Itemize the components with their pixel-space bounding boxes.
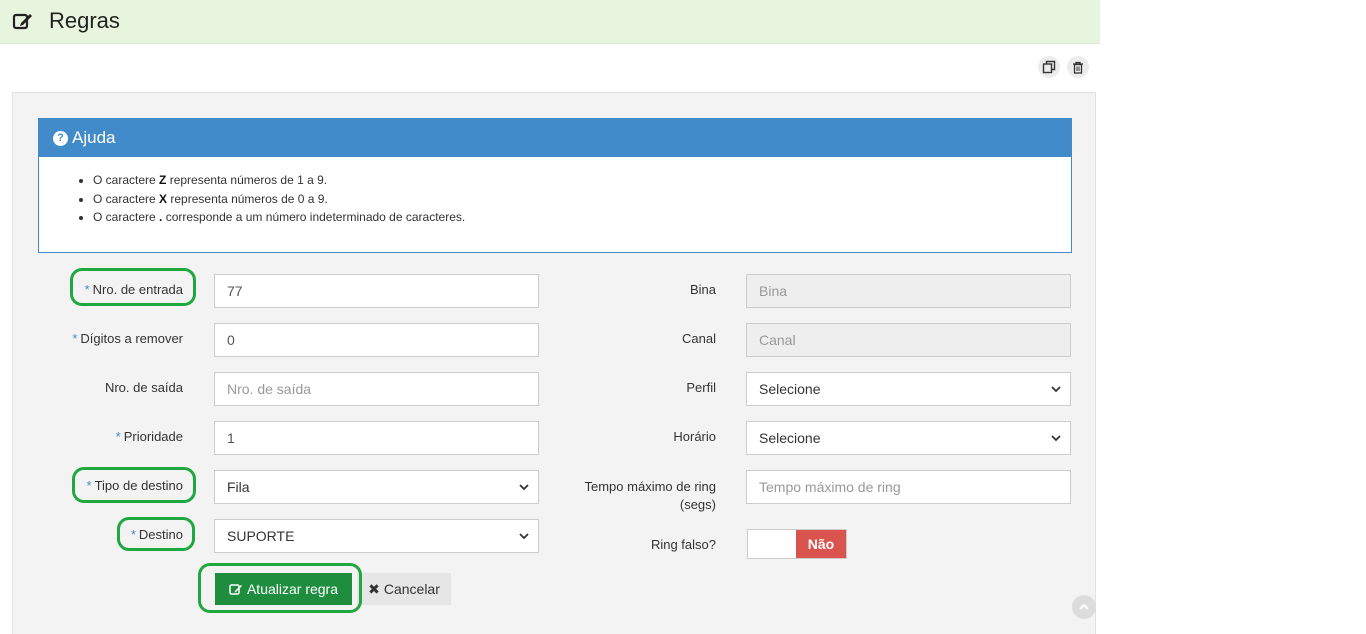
chevron-down-icon bbox=[519, 484, 529, 491]
ring-falso-label: Ring falso? bbox=[650, 537, 716, 552]
cancel-button[interactable]: ✖ Cancelar bbox=[357, 573, 451, 605]
destino-select[interactable]: SUPORTE bbox=[214, 519, 539, 553]
prioridade-input[interactable]: 1 bbox=[214, 421, 539, 455]
help-item: O caractere Z representa números de 1 a … bbox=[93, 171, 1071, 190]
page-title: Regras bbox=[49, 8, 120, 33]
trash-icon bbox=[1073, 61, 1083, 74]
bina-label: Bina bbox=[689, 282, 716, 297]
help-item: O caractere . corresponde a um número in… bbox=[93, 208, 1071, 227]
tempo-ring-input[interactable]: Tempo máximo de ring bbox=[746, 470, 1071, 504]
question-circle-icon: ? bbox=[53, 130, 68, 146]
ring-falso-toggle[interactable]: Não bbox=[747, 529, 847, 559]
scroll-top-button[interactable] bbox=[1072, 595, 1096, 619]
nro-entrada-input[interactable]: 77 bbox=[214, 274, 539, 308]
toggle-off-label: Não bbox=[796, 530, 846, 558]
bina-input: Bina bbox=[746, 274, 1071, 308]
help-item: O caractere X representa números de 0 a … bbox=[93, 190, 1071, 209]
nro-saida-input[interactable]: Nro. de saída bbox=[214, 372, 539, 406]
digitos-remover-label: * Dígitos a remover bbox=[72, 331, 183, 346]
digitos-remover-input[interactable]: 0 bbox=[214, 323, 539, 357]
nro-saida-label: Nro. de saída bbox=[104, 380, 183, 395]
perfil-select[interactable]: Selecione bbox=[746, 372, 1071, 406]
perfil-label: Perfil bbox=[686, 380, 716, 395]
edit-icon bbox=[12, 13, 32, 30]
help-box: ? Ajuda O caractere Z representa números… bbox=[38, 118, 1072, 253]
close-icon: ✖ bbox=[368, 580, 380, 597]
page: Regras ? Ajuda O caractere Z representa … bbox=[0, 0, 1100, 634]
chevron-down-icon bbox=[1051, 386, 1061, 393]
horario-label: Horário bbox=[673, 429, 716, 444]
nro-entrada-label: * Nro. de entrada bbox=[84, 282, 183, 297]
prioridade-label: * Prioridade bbox=[115, 429, 183, 444]
form-panel: ? Ajuda O caractere Z representa números… bbox=[12, 92, 1096, 634]
horario-select[interactable]: Selecione bbox=[746, 421, 1071, 455]
destino-label: * Destino bbox=[130, 527, 183, 542]
tipo-destino-select[interactable]: Fila bbox=[214, 470, 539, 504]
canal-label: Canal bbox=[682, 331, 716, 346]
delete-button[interactable] bbox=[1067, 56, 1089, 78]
tempo-ring-label: Tempo máximo de ring (segs) bbox=[584, 479, 717, 512]
edit-icon bbox=[229, 584, 242, 595]
help-header: ? Ajuda bbox=[39, 119, 1071, 157]
copy-icon bbox=[1042, 60, 1056, 74]
tipo-destino-label: * Tipo de destino bbox=[86, 478, 183, 493]
duplicate-button[interactable] bbox=[1038, 56, 1060, 78]
canal-input: Canal bbox=[746, 323, 1071, 357]
chevron-down-icon bbox=[1051, 435, 1061, 442]
chevron-up-icon bbox=[1079, 603, 1089, 610]
page-header: Regras bbox=[0, 0, 1100, 44]
help-list: O caractere Z representa números de 1 a … bbox=[39, 171, 1071, 227]
help-title: Ajuda bbox=[72, 128, 116, 147]
update-rule-button[interactable]: Atualizar regra bbox=[215, 573, 352, 605]
chevron-down-icon bbox=[519, 533, 529, 540]
